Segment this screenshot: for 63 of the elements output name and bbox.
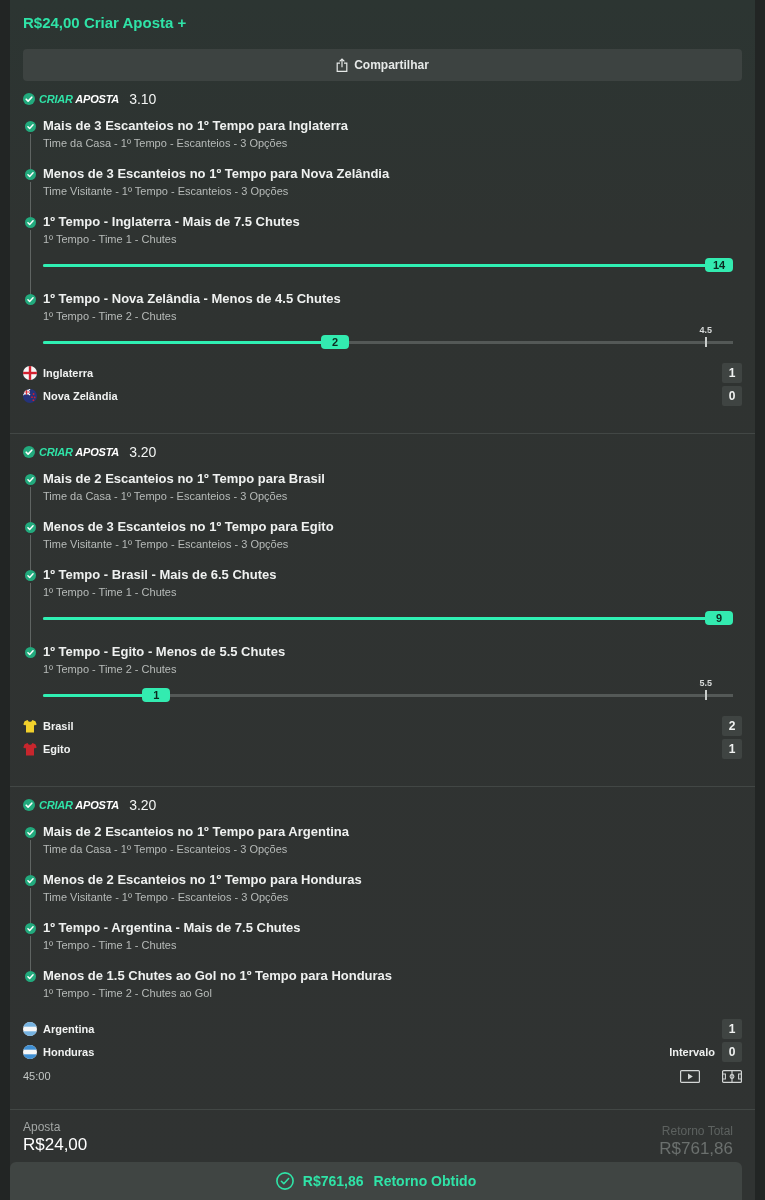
selection-details: Time da Casa - 1º Tempo - Escanteios - 3 Opções — [43, 136, 289, 151]
team-name: Argentina — [43, 1021, 95, 1036]
check-circle-icon — [275, 1172, 294, 1190]
selection-title: Mais de 2 Escanteios no 1º Tempo para Brasil — [43, 470, 326, 488]
flag-icon — [23, 365, 37, 380]
flag-icon — [23, 388, 37, 403]
selection-details: 1º Tempo - Time 2 - Chutes — [43, 662, 178, 677]
stake-label: Aposta — [23, 1120, 62, 1135]
selection-title: Menos de 2 Escanteios no 1º Tempo para Honduras — [43, 871, 363, 889]
team-name: Honduras — [43, 1044, 95, 1059]
pitch-icon[interactable] — [722, 1069, 742, 1083]
selection-title: Menos de 3 Escanteios no 1º Tempo para Egito — [43, 518, 335, 536]
match-time: 45:00 — [23, 1069, 51, 1083]
selection-details: 1º Tempo - Time 1 - Chutes — [43, 232, 178, 247]
selection-details: 1º Tempo - Time 1 - Chutes — [43, 938, 178, 953]
team-score: 2 — [722, 715, 742, 736]
selection-title: 1º Tempo - Nova Zelândia - Menos de 4.5 Chutes — [43, 290, 342, 308]
selection-details: Time da Casa - 1º Tempo - Escanteios - 3 Opções — [43, 489, 289, 504]
share-button[interactable]: Compartilhar — [23, 49, 742, 81]
current-count: 1 — [142, 688, 171, 702]
stake-amount: R$24,00 — [23, 1135, 88, 1155]
selection-title: 1º Tempo - Inglaterra - Mais de 7.5 Chutes — [43, 213, 301, 231]
team-score: 0 — [722, 1041, 742, 1062]
selection-title: 1º Tempo - Egito - Menos de 5.5 Chutes — [43, 643, 287, 661]
team-score: 0 — [722, 385, 742, 406]
threshold-label: 4.5 — [699, 325, 712, 335]
selection-title: Mais de 3 Escanteios no 1º Tempo para Inglaterra — [43, 117, 350, 135]
team-score: 1 — [722, 1018, 742, 1039]
team-score: 1 — [722, 738, 742, 759]
selection-details: Time Visitante - 1º Tempo - Escanteios - 3 Opções — [43, 890, 290, 905]
bet-builder-logo: CRIAR APOSTA — [39, 445, 120, 459]
selection-title: 1º Tempo - Argentina - Mais de 7.5 Chutes — [43, 919, 302, 937]
selection-title: 1º Tempo - Brasil - Mais de 6.5 Chutes — [43, 566, 278, 584]
team-name: Nova Zelândia — [43, 388, 118, 403]
selection-title: Menos de 3 Escanteios no 1º Tempo para Nova Zelândia — [43, 165, 391, 183]
current-count: 9 — [705, 611, 733, 625]
return-amount: R$761,86 — [302, 1172, 364, 1190]
current-count: 2 — [321, 335, 350, 349]
selection-title: Mais de 2 Escanteios no 1º Tempo para Argentina — [43, 823, 350, 841]
total-return-amount: R$761,86 — [659, 1139, 733, 1159]
team-name: Brasil — [43, 718, 74, 733]
threshold-label: 5.5 — [699, 678, 712, 688]
team-name: Inglaterra — [43, 365, 94, 380]
odds-value: 3.20 — [129, 443, 157, 461]
return-label: Retorno Obtido — [373, 1172, 477, 1190]
video-icon[interactable] — [680, 1069, 700, 1083]
share-icon — [336, 58, 349, 72]
team-name: Egito — [43, 741, 71, 756]
current-count: 14 — [705, 258, 733, 272]
match-status: Intervalo — [669, 1044, 715, 1059]
selection-details: 1º Tempo - Time 2 - Chutes — [43, 309, 178, 324]
odds-value: 3.10 — [129, 90, 157, 108]
selection-details: Time da Casa - 1º Tempo - Escanteios - 3 Opções — [43, 842, 289, 857]
bet-builder-logo: CRIAR APOSTA — [39, 798, 120, 812]
bet-builder-logo: CRIAR APOSTA — [39, 92, 120, 106]
odds-value: 3.20 — [129, 796, 157, 814]
selection-title: Menos de 1.5 Chutes ao Gol no 1º Tempo para Honduras — [43, 967, 394, 985]
selection-details: 1º Tempo - Time 2 - Chutes ao Gol — [43, 986, 213, 1001]
selection-details: Time Visitante - 1º Tempo - Escanteios - 3 Opções — [43, 184, 290, 199]
team-score: 1 — [722, 362, 742, 383]
selection-details: 1º Tempo - Time 1 - Chutes — [43, 585, 178, 600]
selection-details: Time Visitante - 1º Tempo - Escanteios - 3 Opções — [43, 537, 290, 552]
slip-title: R$24,00 Criar Aposta + — [23, 13, 188, 33]
